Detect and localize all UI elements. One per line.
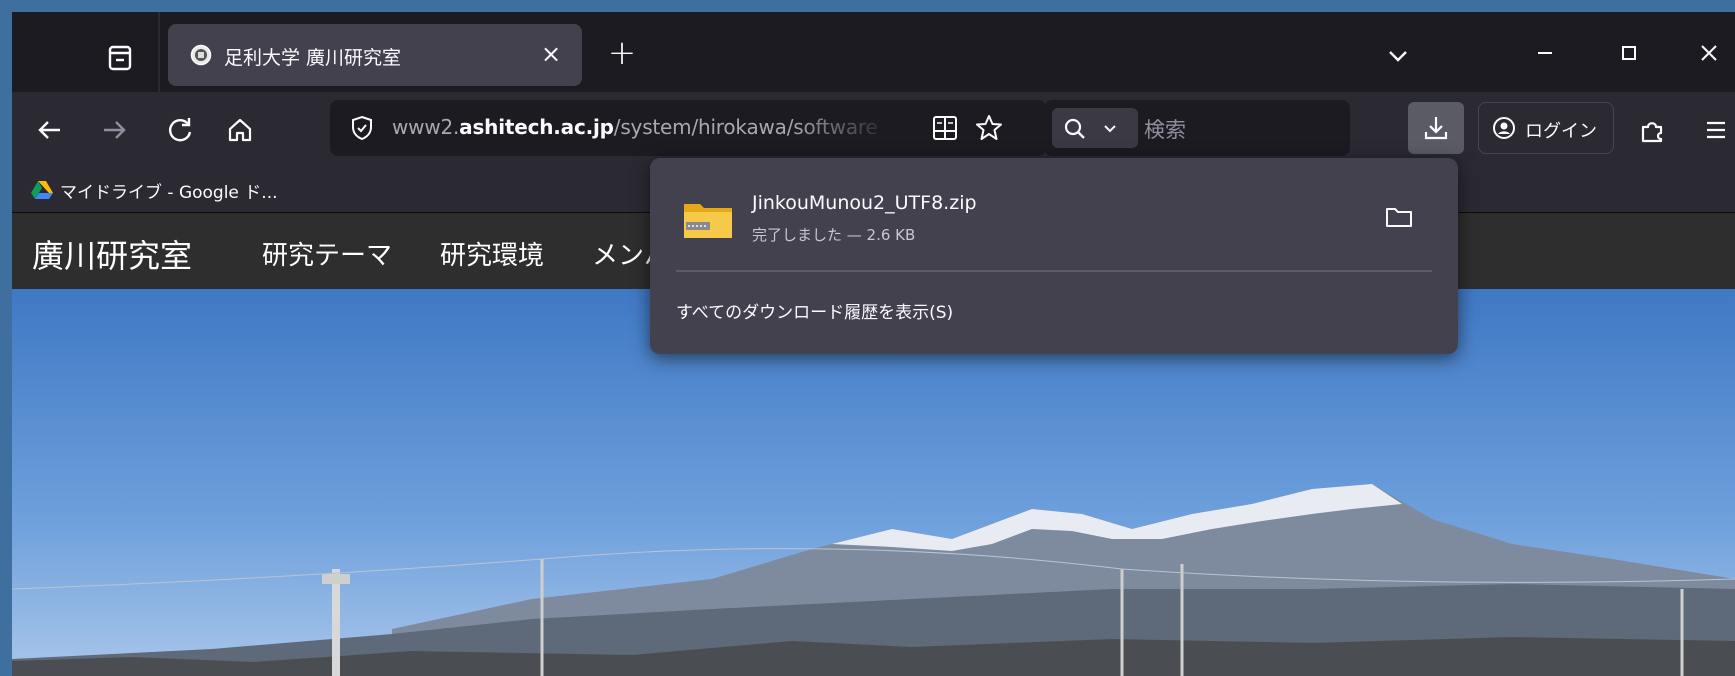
url-fade: [790, 100, 920, 156]
url-domain: ashitech.ac.jp: [459, 115, 614, 139]
tab-close-icon[interactable]: ×: [538, 41, 564, 67]
tab-separator: [158, 12, 160, 92]
site-title[interactable]: 廣川研究室: [32, 231, 192, 277]
search-engine-button[interactable]: [1052, 108, 1138, 148]
download-icon: [1424, 117, 1448, 140]
show-all-downloads-button[interactable]: すべてのダウンロード履歴を表示(S): [658, 280, 1450, 342]
bookmark-label: マイドライブ - Google ド...: [60, 183, 278, 203]
new-tab-button[interactable]: +: [606, 36, 638, 70]
tab-bar: 足利大学 廣川研究室 × +: [12, 12, 1735, 92]
bookmark-star-button[interactable]: [974, 113, 1004, 143]
reader-view-icon: [933, 116, 957, 140]
downloads-panel: JinkouMunou2_UTF8.zip 完了しました — 2.6 KB すべ…: [650, 158, 1458, 354]
app-menu-button[interactable]: [1698, 112, 1734, 148]
star-icon: [976, 115, 1002, 140]
tab-list-button[interactable]: [102, 40, 138, 76]
google-drive-icon: [31, 181, 53, 199]
browser-window: 足利大学 廣川研究室 × + www2.ashitech.ac.jp/syste…: [12, 12, 1735, 676]
download-file-name: JinkouMunou2_UTF8.zip: [752, 192, 977, 214]
download-status: 完了しました — 2.6 KB: [752, 226, 916, 244]
university-favicon-icon: [190, 44, 212, 66]
downloads-button[interactable]: [1408, 102, 1464, 154]
tab-list-icon: [108, 45, 132, 71]
show-all-downloads-label: すべてのダウンロード履歴を表示(S): [676, 303, 954, 323]
forward-arrow-icon: [104, 121, 126, 139]
login-label: ログイン: [1525, 121, 1597, 142]
site-nav-research-theme[interactable]: 研究テーマ: [262, 235, 392, 272]
download-item[interactable]: JinkouMunou2_UTF8.zip 完了しました — 2.6 KB: [658, 166, 1450, 262]
search-bar[interactable]: 検索: [1044, 100, 1350, 156]
zip-file-icon: [682, 198, 734, 242]
back-button[interactable]: [32, 112, 68, 148]
search-input[interactable]: 検索: [1144, 114, 1186, 144]
account-icon: [1493, 117, 1515, 139]
forward-button[interactable]: [96, 112, 132, 148]
login-button[interactable]: ログイン: [1478, 102, 1614, 154]
navigation-toolbar: www2.ashitech.ac.jp/system/hirokawa/soft…: [12, 92, 1735, 166]
minimize-button[interactable]: [1528, 36, 1562, 70]
address-bar[interactable]: www2.ashitech.ac.jp/system/hirokawa/soft…: [330, 100, 1046, 156]
maximize-button[interactable]: [1612, 36, 1646, 70]
tab-active[interactable]: 足利大学 廣川研究室 ×: [168, 24, 582, 86]
tab-title: 足利大学 廣川研究室: [224, 47, 402, 69]
reload-icon: [169, 118, 192, 142]
reader-view-button[interactable]: [930, 113, 960, 143]
chevron-down-icon: [1104, 125, 1116, 133]
search-icon: [1064, 118, 1085, 139]
extensions-button[interactable]: [1634, 112, 1670, 148]
maximize-icon: [1622, 46, 1636, 60]
chevron-down-icon: [1389, 51, 1407, 62]
home-button[interactable]: [222, 112, 258, 148]
back-arrow-icon: [38, 121, 60, 139]
home-icon: [228, 118, 252, 142]
window-close-button[interactable]: [1692, 36, 1726, 70]
tab-overflow-button[interactable]: [1384, 42, 1412, 70]
extensions-icon: [1641, 122, 1663, 143]
open-folder-button[interactable]: [1384, 204, 1414, 230]
panel-separator: [676, 270, 1432, 272]
url-prefix: www2.: [392, 115, 460, 139]
reload-button[interactable]: [162, 112, 198, 148]
folder-icon: [1386, 208, 1412, 227]
site-nav-research-environment[interactable]: 研究環境: [440, 235, 544, 272]
minimize-icon: [1538, 52, 1552, 54]
close-icon: [1701, 45, 1717, 61]
shield-icon[interactable]: [348, 114, 376, 142]
hamburger-menu-icon: [1707, 121, 1725, 139]
